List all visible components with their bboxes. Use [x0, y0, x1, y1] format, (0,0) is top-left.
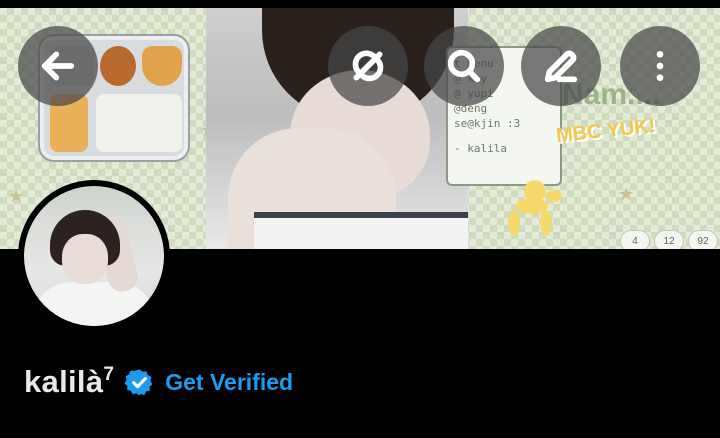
get-verified-link[interactable]: Get Verified: [165, 369, 293, 396]
star-decoration: ★: [8, 186, 25, 206]
note-line: - kalila: [454, 142, 507, 155]
more-button[interactable]: [620, 26, 700, 106]
display-name: kalilà7: [24, 364, 114, 400]
edit-button[interactable]: [521, 26, 601, 106]
search-button[interactable]: [424, 26, 504, 106]
note-line: se@kjin :3: [454, 117, 521, 130]
avatar-image: [24, 186, 164, 326]
verified-badge-icon[interactable]: [124, 367, 155, 398]
stat-pill: 12: [654, 230, 684, 249]
status-strip: [0, 0, 720, 8]
pencil-icon: [544, 50, 578, 83]
banner-photo-shirt: [254, 212, 468, 249]
star-decoration: ★: [618, 184, 635, 204]
arrow-left-icon: [41, 51, 75, 81]
more-vertical-icon: [656, 51, 664, 81]
display-name-text: kalilà: [24, 364, 104, 399]
profile-avatar[interactable]: [18, 180, 170, 332]
grok-button[interactable]: [328, 26, 408, 106]
grok-icon: [352, 50, 384, 82]
banner-stats: 4 12 92: [620, 230, 718, 249]
search-icon: [447, 49, 481, 83]
stat-pill: 92: [688, 230, 718, 249]
balloon-dog-illustration: [502, 180, 564, 240]
stat-pill: 4: [620, 230, 650, 249]
profile-name-row: kalilà7 Get Verified: [24, 360, 293, 404]
banner-subtitle-text: MBC YUK!: [555, 114, 657, 148]
display-name-superscript: 7: [103, 364, 115, 385]
back-button[interactable]: [18, 26, 98, 106]
